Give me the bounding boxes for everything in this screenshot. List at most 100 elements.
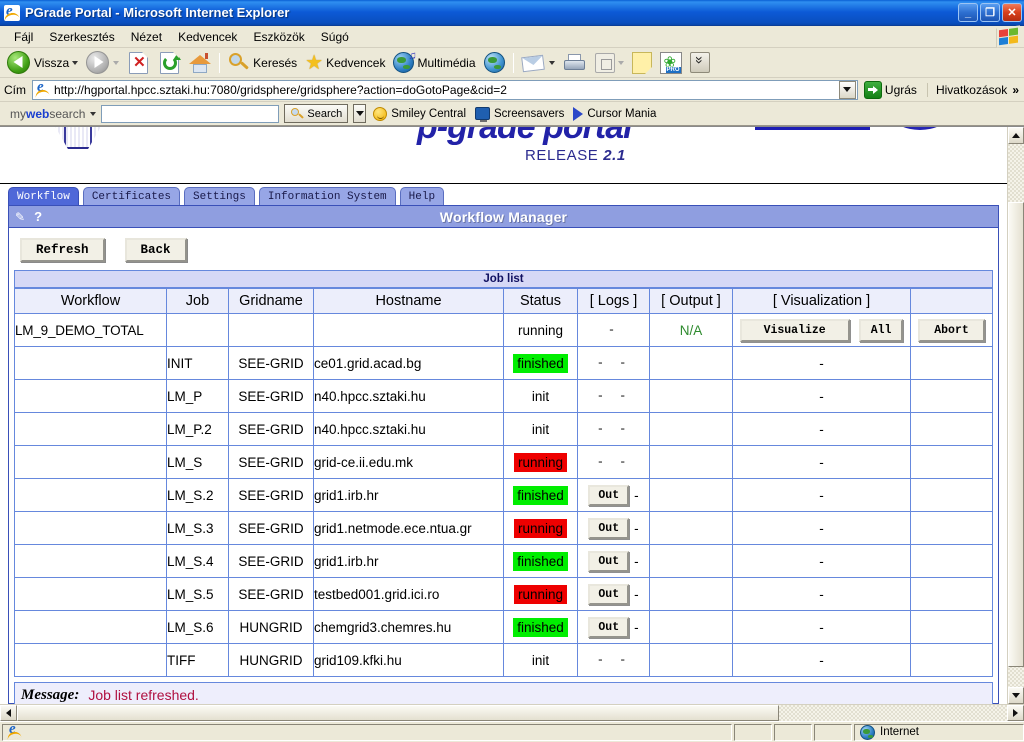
back-arrow-icon xyxy=(7,50,31,75)
cell-status: running xyxy=(503,445,578,479)
cell-workflow xyxy=(14,643,167,677)
notes-button[interactable] xyxy=(629,51,655,75)
col-logs[interactable]: [ Logs ] xyxy=(577,288,650,314)
cell-gridname: SEE-GRID xyxy=(228,478,314,512)
windows-logo-icon xyxy=(996,25,1020,48)
table-row: TIFF HUNGRID grid109.kfki.hu init - - - xyxy=(14,643,993,677)
mywebsearch-search-button[interactable]: Search xyxy=(284,104,349,123)
status-badge: running xyxy=(513,584,568,604)
monitor-icon xyxy=(475,107,491,122)
cell-gridname: SEE-GRID xyxy=(228,346,314,380)
screensavers-link[interactable]: Screensavers xyxy=(473,107,566,122)
release-label: RELEASE 2.1 xyxy=(525,147,626,164)
ie-icon xyxy=(35,79,50,97)
edit-button[interactable] xyxy=(592,52,627,74)
address-input[interactable]: http://hgportal.hpcc.sztaki.hu:7080/grid… xyxy=(32,79,858,100)
cell-hostname: grid1.irb.hr xyxy=(313,478,504,512)
vertical-scroll-thumb[interactable] xyxy=(1008,202,1024,667)
mywebsearch-search-dropdown[interactable] xyxy=(353,104,367,123)
links-overflow-icon[interactable]: » xyxy=(1012,83,1019,97)
vertical-scroll-track[interactable] xyxy=(1008,144,1024,687)
security-zone[interactable]: Internet xyxy=(854,723,1024,741)
menu-item-view[interactable]: Nézet xyxy=(123,28,170,46)
toolbar-separator-1 xyxy=(219,52,221,73)
smiley-central-link[interactable]: Smiley Central xyxy=(371,106,468,121)
search-button[interactable]: Keresés xyxy=(225,51,300,75)
tab-help[interactable]: Help xyxy=(399,187,445,206)
cell-action xyxy=(910,445,993,479)
portlet-body: Refresh Back Job list Workflow Job Gridn… xyxy=(8,228,999,704)
menu-item-favorites[interactable]: Kedvencek xyxy=(170,28,245,46)
address-dropdown-button[interactable] xyxy=(838,80,856,99)
col-visualization[interactable]: [ Visualization ] xyxy=(732,288,911,314)
forward-dropdown-icon[interactable] xyxy=(113,60,120,65)
forward-button[interactable] xyxy=(83,50,122,76)
cell-workflow xyxy=(14,346,167,380)
horizontal-scroll-thumb[interactable] xyxy=(17,705,779,721)
out-button[interactable]: Out xyxy=(588,484,630,506)
home-button[interactable] xyxy=(186,52,214,74)
tab-information-system[interactable]: Information System xyxy=(258,187,396,206)
download-button[interactable] xyxy=(687,51,713,74)
cell-status: init xyxy=(503,379,578,413)
horizontal-scroll-track[interactable] xyxy=(17,705,1007,721)
page-vertical-scrollbar[interactable] xyxy=(1007,127,1024,704)
favorites-button[interactable]: ★ Kedvencek xyxy=(302,52,388,74)
mywebsearch-toolbar: mywebsearch Search Smiley Central Screen… xyxy=(0,102,1024,126)
media-button[interactable]: ♫ Multimédia xyxy=(390,50,478,74)
minimize-button[interactable]: _ xyxy=(958,3,978,22)
back-dropdown-icon[interactable] xyxy=(72,60,79,65)
restore-button[interactable]: ❐ xyxy=(980,3,1000,22)
scroll-down-button[interactable] xyxy=(1008,687,1024,704)
page-horizontal-scrollbar[interactable] xyxy=(0,704,1024,721)
tab-workflow[interactable]: Workflow xyxy=(8,187,79,206)
edit-dropdown-icon[interactable] xyxy=(617,60,624,65)
mail-dropdown-icon[interactable] xyxy=(548,60,555,65)
print-button[interactable] xyxy=(560,52,590,74)
out-button[interactable]: Out xyxy=(588,616,630,638)
menu-item-help[interactable]: Súgó xyxy=(313,28,357,46)
cell-output xyxy=(649,544,733,578)
cell-job xyxy=(166,313,229,347)
back-button[interactable]: Vissza xyxy=(4,50,81,76)
go-button[interactable]: Ugrás xyxy=(862,80,923,99)
cell-logs: Out - xyxy=(577,478,650,512)
out-button[interactable]: Out xyxy=(588,517,630,539)
mywebsearch-dropdown-icon[interactable] xyxy=(90,111,97,116)
menu-item-tools[interactable]: Eszközök xyxy=(245,28,312,46)
cursor-mania-link[interactable]: Cursor Mania xyxy=(571,106,658,121)
cell-hostname: n40.hpcc.sztaki.hu xyxy=(313,412,504,446)
tab-settings[interactable]: Settings xyxy=(184,187,255,206)
tab-certificates[interactable]: Certificates xyxy=(82,187,181,206)
refresh-button[interactable] xyxy=(155,51,184,75)
cell-gridname: HUNGRID xyxy=(228,610,314,644)
out-button[interactable]: Out xyxy=(588,550,630,572)
table-row: LM_9_DEMO_TOTAL running - N/A Visualize All Ab… xyxy=(14,313,993,347)
col-output[interactable]: [ Output ] xyxy=(649,288,733,314)
scroll-right-button[interactable] xyxy=(1007,705,1024,721)
scroll-up-button[interactable] xyxy=(1008,127,1024,144)
all-button[interactable]: All xyxy=(858,318,904,342)
close-button[interactable]: ✕ xyxy=(1002,3,1022,22)
triangle-right-icon xyxy=(1013,709,1018,717)
col-status: Status xyxy=(503,288,578,314)
back-button[interactable]: Back xyxy=(124,238,187,262)
links-button[interactable]: Hivatkozások » xyxy=(926,82,1024,97)
refresh-button[interactable]: Refresh xyxy=(20,238,105,262)
history-button[interactable] xyxy=(481,51,508,74)
out-button[interactable]: Out xyxy=(588,583,630,605)
visualize-button[interactable]: Visualize xyxy=(739,318,850,342)
menu-item-file[interactable]: Fájl xyxy=(6,28,41,46)
mail-button[interactable] xyxy=(519,53,558,73)
abort-button[interactable]: Abort xyxy=(918,318,985,342)
status-badge: finished xyxy=(513,485,568,505)
cell-workflow xyxy=(14,577,167,611)
pro-button[interactable]: ❀ PRO xyxy=(657,51,685,75)
stop-button[interactable]: ✕ xyxy=(124,51,153,75)
cell-job: TIFF xyxy=(166,643,229,677)
menu-item-edit[interactable]: Szerkesztés xyxy=(41,28,122,46)
globe-icon xyxy=(860,724,875,740)
links-label: Hivatkozások xyxy=(935,82,1008,97)
scroll-left-button[interactable] xyxy=(0,705,17,721)
mywebsearch-input[interactable] xyxy=(101,104,280,123)
